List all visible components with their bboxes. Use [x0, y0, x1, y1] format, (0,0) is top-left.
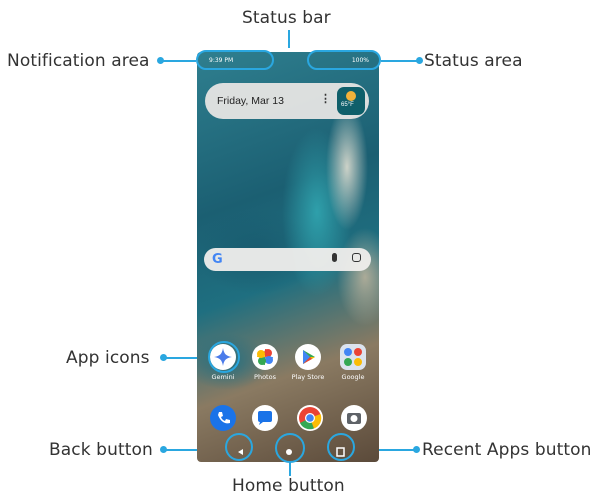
status-area-dot: [416, 57, 423, 64]
callout-status-bar: Status bar: [242, 8, 331, 28]
app-photos[interactable]: Photos: [245, 344, 285, 381]
back-dot: [160, 446, 167, 453]
camera-app-icon[interactable]: [341, 405, 367, 431]
app-label: Google: [341, 373, 365, 381]
sun-icon: [346, 91, 356, 101]
app-label: Play Store: [291, 373, 325, 381]
callout-app-icons: App icons: [66, 348, 150, 368]
google-logo-icon: G: [212, 252, 223, 267]
app-label: Gemini: [211, 373, 235, 381]
date-widget[interactable]: Friday, Mar 13 ⋮ 65°F: [205, 83, 369, 119]
photos-icon: [252, 344, 278, 370]
back-button[interactable]: [225, 433, 253, 461]
notification-dot: [157, 57, 164, 64]
notification-connector: [162, 60, 196, 62]
home-connector: [289, 462, 291, 476]
callout-notification-area: Notification area: [7, 51, 150, 71]
status-bar-connector: [288, 30, 290, 48]
home-button[interactable]: [275, 433, 305, 463]
play-store-icon: [295, 344, 321, 370]
search-bar[interactable]: G: [204, 248, 371, 271]
chrome-app-icon[interactable]: [297, 405, 323, 431]
status-area-ring: [307, 50, 381, 70]
phone-screen: 9:39 PM 100% Friday, Mar 13 ⋮ 65°F G Gem…: [197, 52, 379, 462]
gemini-ring: [208, 341, 240, 373]
phone-app-icon[interactable]: [210, 405, 236, 431]
app-icons-dot: [160, 354, 167, 361]
messages-app-icon[interactable]: [252, 405, 278, 431]
google-folder-icon: [340, 344, 366, 370]
temperature: 65°F: [341, 102, 354, 108]
mic-icon[interactable]: [332, 253, 337, 262]
app-google-folder[interactable]: Google: [333, 344, 373, 381]
recent-dot: [413, 446, 420, 453]
callout-recent-apps-button: Recent Apps button: [422, 440, 592, 460]
widget-menu-icon[interactable]: ⋮: [320, 92, 331, 105]
date-text: Friday, Mar 13: [217, 95, 284, 107]
callout-home-button: Home button: [232, 476, 345, 496]
weather-widget[interactable]: 65°F: [337, 87, 365, 115]
status-area-connector: [381, 60, 419, 62]
recent-apps-button[interactable]: [327, 433, 355, 461]
app-label: Photos: [254, 373, 276, 381]
callout-back-button: Back button: [49, 440, 153, 460]
callout-status-area: Status area: [424, 51, 523, 71]
lens-icon[interactable]: [352, 253, 361, 262]
notification-area-ring: [196, 50, 274, 70]
app-play-store[interactable]: Play Store: [288, 344, 328, 381]
